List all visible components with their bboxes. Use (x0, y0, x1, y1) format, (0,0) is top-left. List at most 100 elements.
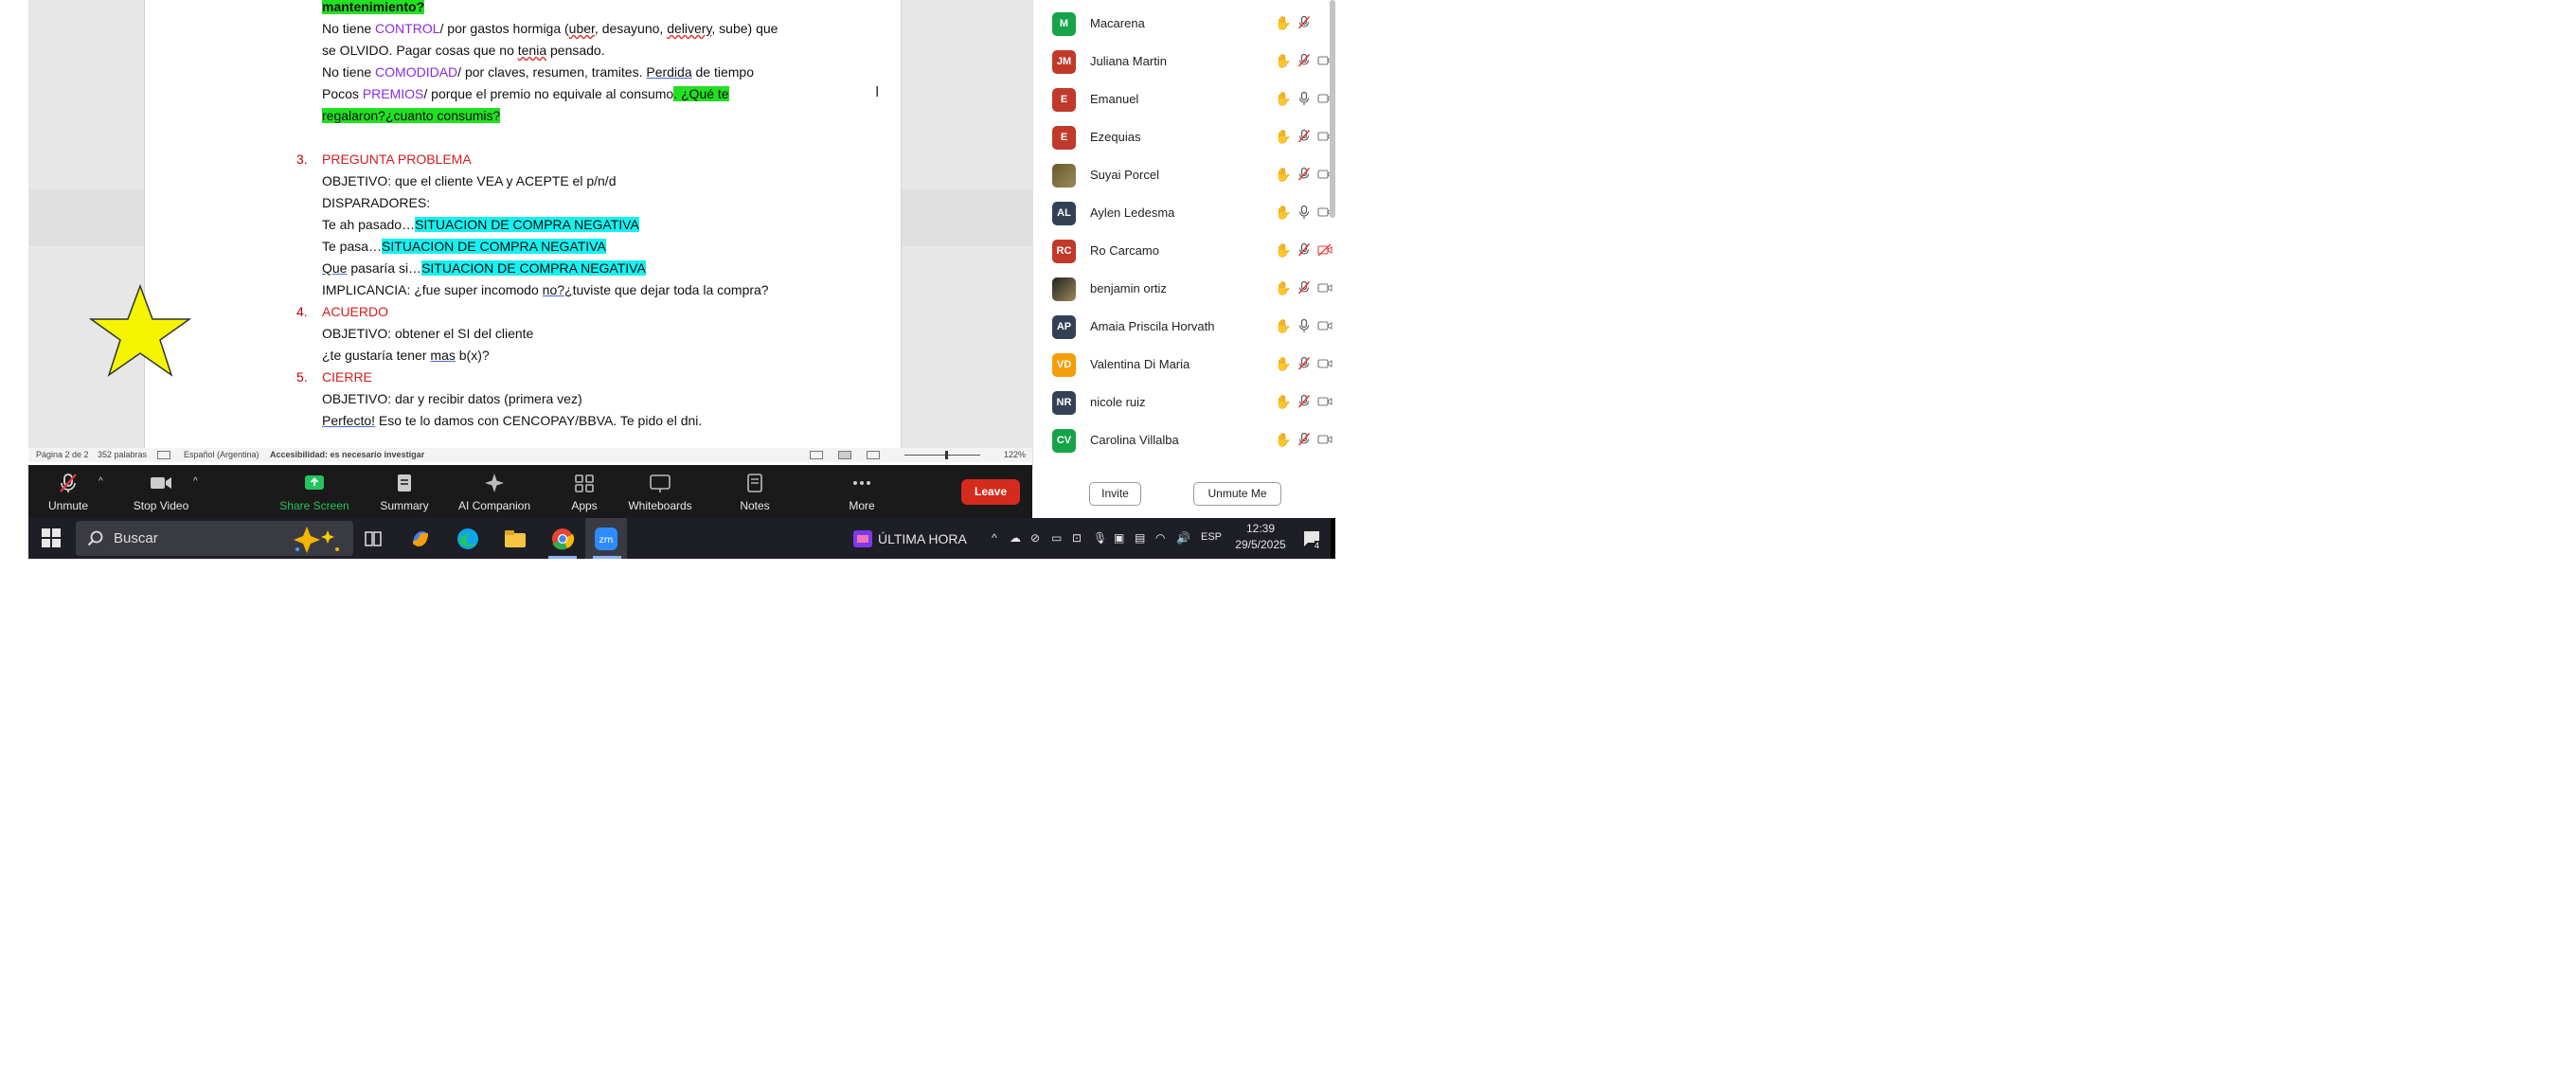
raised-hand-icon: ✋ (1275, 129, 1292, 144)
notes-button[interactable]: Notes (726, 465, 783, 518)
mic-muted-icon[interactable] (1297, 394, 1312, 409)
accessibility-status[interactable]: Accesibilidad: es necesario investigar (270, 450, 424, 459)
stop-video-button[interactable]: Stop Video (123, 465, 199, 518)
ai-companion-button[interactable]: AI Companion (442, 465, 546, 518)
participant-row[interactable]: AL Aylen Ledesma ✋ (1033, 194, 1333, 232)
video-options-chevron-icon[interactable]: ^ (193, 476, 198, 487)
zoom-slider-thumb[interactable] (945, 451, 948, 459)
more-label: More (849, 499, 875, 512)
video-off-icon[interactable] (1317, 319, 1333, 332)
mic-on-icon[interactable] (1297, 91, 1312, 106)
list-number: 4. (296, 304, 308, 319)
unmute-me-button[interactable]: Unmute Me (1193, 482, 1281, 506)
section-title: CIERRE (322, 369, 372, 385)
web-layout-icon[interactable] (867, 451, 880, 459)
participants-footer: Invite Unmute Me (1032, 470, 1335, 518)
summary-button[interactable]: Summary (371, 465, 438, 518)
video-muted-icon[interactable]: ▭ (1051, 531, 1062, 545)
mic-on-icon[interactable] (1297, 318, 1312, 333)
raised-hand-icon: ✋ (1275, 432, 1292, 447)
whiteboards-button[interactable]: Whiteboards (613, 465, 707, 518)
participant-row[interactable]: NR nicole ruiz ✋ (1033, 384, 1333, 421)
zoom-slider[interactable] (904, 455, 980, 456)
windows-start-icon[interactable] (40, 527, 63, 549)
search-icon (87, 530, 103, 546)
participant-row[interactable]: RC Ro Carcamo ✋ (1033, 232, 1333, 270)
zoom-active-indicator (593, 556, 621, 559)
zoom-level[interactable]: 122% (1004, 450, 1026, 459)
news-headline[interactable]: ÚLTIMA HORA (878, 531, 967, 546)
onedrive-icon[interactable]: ☁ (1010, 531, 1021, 545)
show-desktop-button[interactable] (1331, 518, 1335, 559)
participant-row[interactable]: Suyai Porcel ✋ (1033, 156, 1333, 194)
avatar: M (1052, 12, 1076, 36)
participants-scrollbar[interactable] (1330, 0, 1335, 218)
taskbar-search-box[interactable]: Buscar (76, 521, 353, 556)
screen-icon[interactable]: ▤ (1135, 531, 1145, 545)
mic-muted-icon[interactable] (1297, 167, 1312, 182)
participant-name: Ro Carcamo (1090, 243, 1159, 258)
video-off-icon[interactable] (1317, 281, 1333, 295)
participant-row[interactable]: M Macarena ✋ (1033, 5, 1317, 43)
clock-time: 12:39 (1245, 522, 1276, 535)
clock[interactable]: 12:39 29/5/2025 (1231, 522, 1290, 551)
leave-button[interactable]: Leave (961, 479, 1020, 505)
doc-line: OBJETIVO: que el cliente VEA y ACEPTE el… (322, 173, 617, 188)
avatar (1052, 164, 1076, 188)
share-screen-button[interactable]: Share Screen (272, 465, 357, 518)
participant-row[interactable]: CV Carolina Villalba ✋ (1033, 421, 1333, 459)
language-indicator[interactable]: Español (Argentina) (184, 450, 259, 459)
mic-muted-icon[interactable] (1297, 432, 1312, 447)
mic-muted-icon[interactable] (1297, 242, 1312, 258)
video-off-icon[interactable] (1317, 357, 1333, 370)
video-off-icon[interactable] (1317, 433, 1333, 446)
avatar: CV (1052, 429, 1076, 453)
participant-row[interactable]: benjamin ortiz ✋ (1033, 270, 1333, 308)
meeting-icon[interactable]: ⊡ (1072, 531, 1082, 545)
participant-row[interactable]: AP Amaia Priscila Horvath ✋ (1033, 308, 1333, 346)
participant-row[interactable]: JM Juliana Martin ✋ (1033, 43, 1333, 80)
participant-row[interactable]: E Ezequias ✋ (1033, 118, 1333, 156)
volume-icon[interactable]: 🔊 (1176, 531, 1190, 545)
camera-off-icon[interactable]: ⊘ (1030, 531, 1040, 545)
apps-button[interactable]: Apps (561, 465, 608, 518)
ai-sparkle-icon (485, 474, 504, 492)
file-explorer-icon[interactable] (502, 526, 528, 552)
mic-muted-icon[interactable] (1297, 356, 1312, 371)
video-blocked-icon[interactable] (1317, 243, 1333, 257)
read-mode-icon[interactable] (810, 451, 823, 459)
edge-icon[interactable] (455, 526, 481, 552)
doc-line: IMPLICANCIA: ¿fue super incomodo no?¿tuv… (322, 282, 769, 297)
notes-icon (747, 474, 762, 492)
mic-muted-icon[interactable] (1297, 15, 1312, 30)
more-button[interactable]: More (833, 465, 890, 518)
participant-name: nicole ruiz (1090, 395, 1146, 409)
chrome-icon[interactable] (549, 526, 576, 552)
mic-muted-icon[interactable] (1297, 129, 1312, 144)
keyboard-language[interactable]: ESP (1201, 531, 1222, 543)
avatar: VD (1052, 353, 1076, 377)
app-tray-icon[interactable]: ▣ (1114, 531, 1124, 545)
audio-options-chevron-icon[interactable]: ^ (98, 476, 103, 487)
mic-muted-icon[interactable] (1297, 53, 1312, 68)
invite-button[interactable]: Invite (1089, 482, 1141, 506)
participant-row[interactable]: E Emanuel ✋ (1033, 80, 1333, 118)
proofing-icon[interactable] (157, 451, 170, 459)
raised-hand-icon: ✋ (1275, 356, 1292, 371)
microphone-icon[interactable]: 🎙 (1093, 531, 1107, 545)
unmute-button[interactable]: Unmute (40, 465, 97, 518)
zoom-icon[interactable]: zm (593, 526, 619, 552)
section-title: ACUERDO (322, 304, 389, 319)
mic-on-icon[interactable] (1297, 205, 1312, 220)
video-off-icon[interactable] (1317, 395, 1333, 408)
apps-icon (575, 474, 594, 492)
wifi-icon[interactable]: ◠ (1155, 531, 1165, 545)
print-layout-icon[interactable] (838, 451, 851, 459)
mic-muted-icon[interactable] (1297, 280, 1312, 295)
news-widget-icon[interactable] (852, 529, 873, 548)
participant-row[interactable]: VD Valentina Di Maria ✋ (1033, 346, 1333, 384)
show-hidden-icons-chevron-icon[interactable]: ^ (992, 531, 997, 545)
copilot-icon[interactable] (407, 526, 434, 552)
raised-hand-icon: ✋ (1275, 15, 1292, 30)
task-view-icon[interactable] (360, 526, 386, 552)
